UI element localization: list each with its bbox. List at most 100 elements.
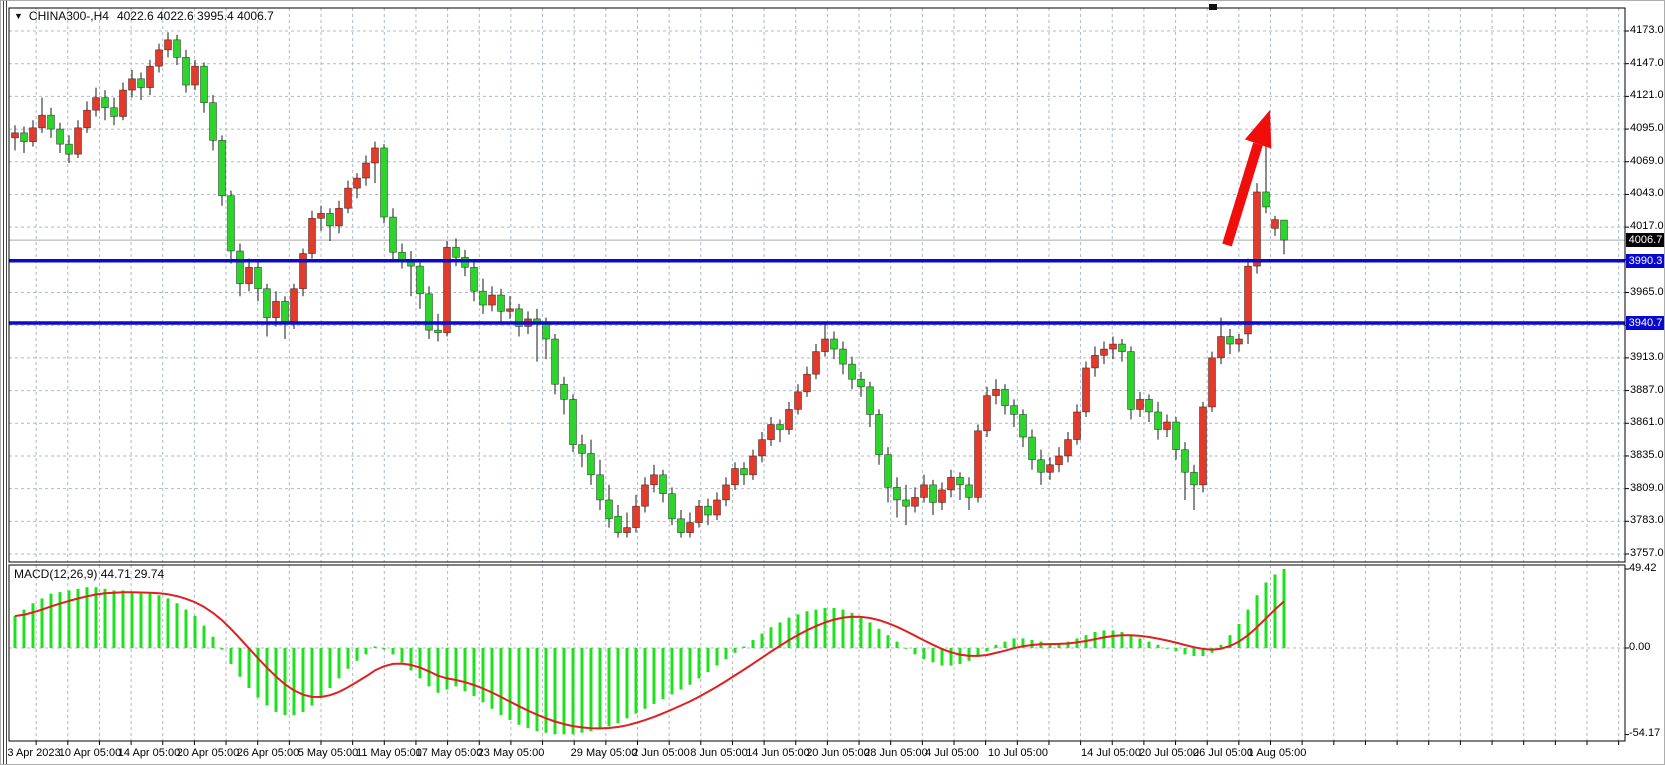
time-axis-label: 23 May 05:00 [471, 747, 551, 759]
candle-body [984, 396, 991, 431]
candle-body [543, 323, 550, 339]
candle-body [273, 301, 280, 317]
macd-histogram-bar [491, 648, 494, 709]
candle-body [165, 40, 172, 50]
candle-body [12, 133, 19, 138]
macd-histogram-bar [419, 648, 422, 678]
candle-body [93, 98, 100, 111]
macd-histogram-bar [878, 629, 881, 648]
candle-body [264, 289, 271, 318]
candle-body [282, 301, 289, 321]
macd-histogram-bar [734, 648, 737, 653]
candle-body [156, 50, 163, 66]
candle-body [912, 497, 919, 506]
candle-body [111, 108, 118, 117]
current-price-tag: 4006.7 [1626, 233, 1665, 247]
macd-histogram-bar [410, 648, 413, 670]
level-price-tag-1[interactable]: 3990.3 [1626, 254, 1665, 268]
candle-body [894, 487, 901, 500]
level-price-tag-2[interactable]: 3940.7 [1626, 316, 1665, 330]
macd-histogram-bar [1103, 630, 1106, 648]
candle-body [732, 469, 739, 485]
candle-body [750, 456, 757, 475]
candle-body [957, 477, 964, 485]
macd-histogram-bar [113, 590, 116, 648]
macd-histogram-bar [473, 648, 476, 696]
macd-histogram-bar [1175, 648, 1178, 651]
chart-dropdown-icon[interactable]: ▼ [14, 11, 23, 21]
macd-histogram-bar [698, 648, 701, 678]
macd-histogram-bar [851, 613, 854, 648]
chart-window: ▼CHINA300-,H44022.6 4022.6 3995.4 4006.7… [0, 0, 1665, 765]
macd-histogram-bar [464, 648, 467, 691]
macd-histogram-bar [158, 595, 161, 648]
chart-canvas[interactable] [1, 1, 1665, 765]
macd-histogram-bar [1157, 645, 1160, 648]
candle-body [201, 66, 208, 102]
macd-histogram-bar [527, 648, 530, 728]
candle-body [174, 40, 181, 58]
candle-body [129, 79, 136, 90]
macd-histogram-bar [923, 648, 926, 659]
macd-name: MACD(12,26,9) [14, 567, 97, 581]
candle-body [57, 129, 64, 144]
candle-body [804, 374, 811, 392]
macd-histogram-bar [572, 648, 575, 734]
macd-histogram-bar [1148, 642, 1151, 648]
candle-body [822, 339, 829, 352]
macd-histogram-bar [68, 590, 71, 648]
candle-body [741, 469, 748, 475]
macd-histogram-bar [599, 648, 602, 730]
candle-body [246, 267, 253, 283]
candle-body [489, 295, 496, 305]
candle-body [642, 485, 649, 506]
candle-body [858, 379, 865, 387]
macd-histogram-bar [194, 616, 197, 648]
macd-histogram-bar [815, 610, 818, 648]
candle-body [1110, 344, 1117, 349]
macd-histogram-bar [626, 648, 629, 718]
candle-body [777, 425, 784, 430]
macd-histogram-bar [689, 648, 692, 685]
candle-body [39, 115, 46, 128]
macd-histogram-bar [842, 610, 845, 648]
macd-histogram-bar [725, 648, 728, 659]
price-axis-label: 4095.0 [1630, 122, 1664, 134]
candle-body [1074, 412, 1081, 440]
macd-histogram-bar [176, 603, 179, 648]
candle-body [21, 133, 28, 142]
macd-histogram-bar [608, 648, 611, 726]
candle-body [507, 309, 514, 312]
time-axis-label: 10 Jul 05:00 [978, 747, 1058, 759]
macd-histogram-bar [14, 616, 17, 648]
candle-body [1038, 460, 1045, 473]
candle-body [1065, 440, 1072, 456]
macd-histogram-bar [752, 640, 755, 648]
macd-histogram-bar [1256, 595, 1259, 648]
macd-histogram-bar [959, 648, 962, 664]
macd-histogram-bar [833, 608, 836, 648]
macd-histogram-bar [968, 648, 971, 661]
candle-body [1182, 450, 1189, 473]
candle-body [993, 389, 1000, 395]
object-anchor-marker[interactable] [1209, 4, 1217, 10]
macd-values: 44.71 29.74 [101, 567, 164, 581]
macd-histogram-bar [860, 618, 863, 648]
candle-body [435, 330, 442, 333]
candle-body [1146, 399, 1153, 412]
price-axis-label: 4173.0 [1630, 24, 1664, 36]
candle-body [1119, 344, 1126, 352]
macd-histogram-bar [365, 648, 368, 654]
macd-histogram-bar [446, 648, 449, 690]
candle-body [237, 251, 244, 284]
candle-body [291, 289, 298, 322]
ohlc-values-label: 4022.6 4022.6 3995.4 4006.7 [117, 9, 274, 23]
candle-body [345, 188, 352, 208]
candle-body [210, 103, 217, 141]
candle-body [867, 387, 874, 415]
candle-body [561, 384, 568, 399]
macd-histogram-bar [824, 608, 827, 648]
candle-body [885, 455, 892, 488]
candle-body [759, 440, 766, 456]
macd-histogram-bar [32, 603, 35, 648]
